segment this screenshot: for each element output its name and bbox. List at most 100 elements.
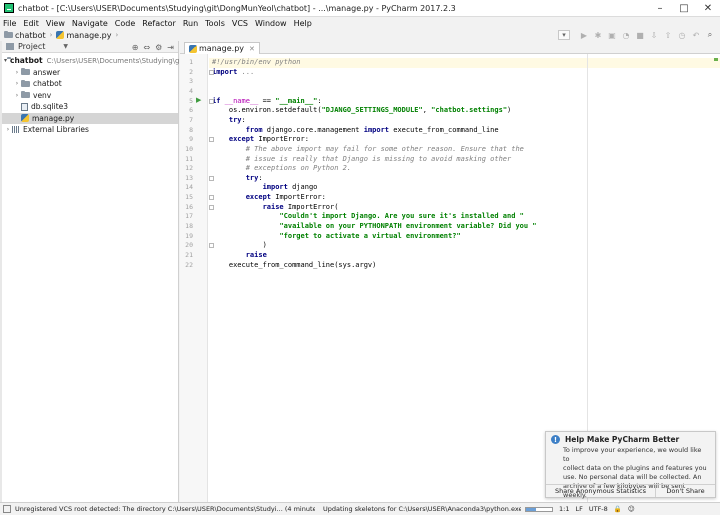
tree-item-venv[interactable]: › venv <box>2 90 178 102</box>
chevron-right-icon[interactable]: › <box>13 69 21 76</box>
tab-manage-py[interactable]: manage.py ✕ <box>184 42 260 54</box>
breadcrumb-project[interactable]: chatbot <box>4 31 46 40</box>
menu-help[interactable]: Help <box>294 19 312 28</box>
tree-item-chatbot[interactable]: › chatbot <box>2 78 178 90</box>
menu-vcs[interactable]: VCS <box>232 19 248 28</box>
tree-item-db-sqlite3[interactable]: db.sqlite3 <box>2 101 178 113</box>
tree-item-answer[interactable]: › answer <box>2 67 178 79</box>
close-tab-icon[interactable]: ✕ <box>249 45 255 53</box>
code-line[interactable]: import ... <box>212 68 254 76</box>
dont-share-button[interactable]: Don't Share <box>656 485 715 497</box>
profile-icon[interactable]: ◔ <box>620 30 632 40</box>
folder-icon <box>4 31 13 38</box>
run-icon[interactable]: ▶ <box>578 30 590 40</box>
project-view-selector[interactable]: Project <box>18 42 45 51</box>
minimize-button[interactable]: – <box>648 0 672 17</box>
python-file-icon <box>21 114 29 123</box>
chevron-down-icon[interactable]: ▼ <box>63 43 68 50</box>
line-separator[interactable]: LF <box>575 505 582 513</box>
file-encoding[interactable]: UTF-8 <box>589 505 608 513</box>
caret-position[interactable]: 1:1 <box>559 505 569 513</box>
menu-window[interactable]: Window <box>255 19 287 28</box>
lock-icon[interactable]: 🔒 <box>614 505 622 513</box>
coverage-icon[interactable]: ▣ <box>606 30 618 40</box>
chevron-right-icon[interactable]: › <box>13 80 21 87</box>
code-line[interactable]: try: <box>212 174 263 182</box>
menu-refactor[interactable]: Refactor <box>142 19 176 28</box>
scroll-from-source-icon[interactable]: ⊕ <box>132 43 139 52</box>
fold-marker-icon[interactable] <box>209 243 214 249</box>
code-line[interactable]: except ImportError: <box>212 135 309 143</box>
tree-item-manage-py[interactable]: manage.py <box>2 112 178 124</box>
line-number: 14 <box>185 183 193 192</box>
code-line[interactable]: # issue is really that Django is missing… <box>212 155 512 163</box>
code-line[interactable]: raise ImportError( <box>212 203 339 211</box>
run-configuration-dropdown[interactable]: ▾ <box>558 30 570 40</box>
menu-navigate[interactable]: Navigate <box>72 19 108 28</box>
menu-view[interactable]: View <box>46 19 65 28</box>
revert-icon[interactable]: ↶ <box>690 30 702 40</box>
chevron-right-icon[interactable]: › <box>4 126 12 133</box>
stop-icon[interactable]: ■ <box>634 30 646 40</box>
fold-marker-icon[interactable] <box>209 137 214 143</box>
line-number: 16 <box>185 202 193 211</box>
line-number: 22 <box>185 260 193 269</box>
fold-marker-icon[interactable] <box>209 69 214 75</box>
vcs-commit-icon[interactable]: ⇧ <box>662 30 674 40</box>
history-icon[interactable]: ◷ <box>676 30 688 40</box>
collapse-all-icon[interactable]: ⇔ <box>143 43 150 52</box>
code-line[interactable]: "Couldn't import Django. Are you sure it… <box>212 212 523 220</box>
line-number: 8 <box>189 125 193 134</box>
code-line[interactable]: #!/usr/bin/env python <box>212 58 301 66</box>
menu-tools[interactable]: Tools <box>205 19 225 28</box>
code-line[interactable]: # exceptions on Python 2. <box>212 164 351 172</box>
run-gutter-icon[interactable]: ▶ <box>196 96 201 104</box>
inspection-ok-icon[interactable] <box>714 58 718 61</box>
code-line[interactable]: # The above import may fail for some oth… <box>212 145 524 153</box>
code-line[interactable]: "available on your PYTHONPATH environmen… <box>212 222 536 230</box>
code-line[interactable]: "forget to activate a virtual environmen… <box>212 232 460 240</box>
menu-file[interactable]: File <box>3 19 16 28</box>
fold-marker-icon[interactable] <box>209 195 214 201</box>
fold-marker-icon[interactable] <box>209 175 214 181</box>
code-line[interactable]: try: <box>212 116 246 124</box>
tree-item-external-libraries[interactable]: › External Libraries <box>2 124 178 136</box>
fold-marker-icon[interactable] <box>209 204 214 210</box>
line-number: 20 <box>185 241 193 250</box>
background-task[interactable]: Updating skeletons for C:\Users\USER\Ana… <box>323 505 521 513</box>
project-panel-tools: ⊕ ⇔ ⚙ ⇥ <box>127 41 174 53</box>
background-task-progress[interactable] <box>525 506 553 512</box>
code-line[interactable]: execute_from_command_line(sys.argv) <box>212 261 377 269</box>
tool-windows-icon[interactable] <box>3 505 11 513</box>
breadcrumb-file[interactable]: manage.py <box>56 31 111 40</box>
line-number: 10 <box>185 144 193 153</box>
tree-item-chatbot[interactable]: ▾ chatbot C:\Users\USER\Documents\Studying… <box>2 55 263 67</box>
status-message[interactable]: Unregistered VCS root detected: The dire… <box>15 505 315 513</box>
search-everywhere-icon[interactable]: ⌕ <box>704 30 716 40</box>
share-anonymous-statistics-button[interactable]: Share Anonymous Statistics <box>546 485 656 497</box>
notification-title: Help Make PyCharm Better <box>565 435 680 444</box>
code-line[interactable]: os.environ.setdefault("DJANGO_SETTINGS_M… <box>212 106 511 114</box>
gear-icon[interactable]: ⚙ <box>155 43 162 52</box>
code-line[interactable]: from django.core.management import execu… <box>212 126 499 134</box>
menu-edit[interactable]: Edit <box>23 19 39 28</box>
inspector-icon[interactable]: ☺ <box>628 505 635 513</box>
code-line[interactable]: if __name__ == "__main__": <box>212 97 322 105</box>
hide-panel-icon[interactable]: ⇥ <box>167 43 174 52</box>
close-button[interactable]: ✕ <box>696 0 720 17</box>
menu-run[interactable]: Run <box>183 19 198 28</box>
debug-icon[interactable]: ✱ <box>592 30 604 40</box>
fold-marker-icon[interactable] <box>209 98 214 104</box>
line-number: 21 <box>185 251 193 259</box>
vcs-update-icon[interactable]: ⇩ <box>648 30 660 40</box>
progress-fill <box>526 507 537 511</box>
code-line[interactable]: import django <box>212 183 318 191</box>
code-line[interactable]: ) <box>212 241 267 249</box>
maximize-button[interactable]: □ <box>672 0 696 17</box>
menu-code[interactable]: Code <box>115 19 135 28</box>
code-line[interactable]: except ImportError: <box>212 193 326 201</box>
code-line[interactable]: raise <box>212 251 267 259</box>
chevron-right-icon[interactable]: › <box>13 92 21 99</box>
notification-balloon: ! Help Make PyCharm Better To improve yo… <box>545 431 716 499</box>
tree-item-label: chatbot <box>10 56 43 66</box>
